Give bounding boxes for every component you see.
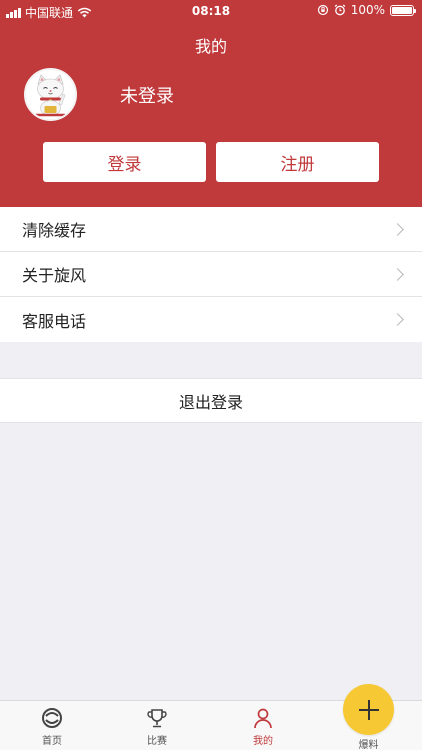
home-icon [42, 708, 62, 728]
chevron-right-icon [391, 222, 404, 236]
tab-match[interactable]: 比赛 [122, 707, 192, 747]
menu-item-label: 清除缓存 [22, 221, 87, 240]
status-right: 100% [317, 3, 416, 17]
logout-button[interactable]: 退出登录 [0, 378, 422, 423]
menu-item-about[interactable]: 关于旋风 [0, 252, 422, 297]
tab-mine-label: 我的 [253, 736, 273, 747]
report-button[interactable] [343, 684, 394, 735]
menu-item-label: 关于旋风 [22, 266, 87, 285]
chevron-right-icon [391, 267, 404, 281]
tab-home-label: 首页 [42, 736, 62, 747]
settings-menu: 清除缓存 关于旋风 客服电话 [0, 207, 422, 342]
trophy-icon [147, 709, 167, 728]
lock-rotation-icon [317, 4, 328, 16]
alarm-icon [334, 4, 346, 16]
person-icon [254, 708, 272, 729]
status-bar: 中国联通 08:18 100% [0, 0, 422, 22]
menu-item-clear-cache[interactable]: 清除缓存 [0, 207, 422, 252]
login-button[interactable]: 登录 [43, 142, 206, 182]
battery-icon [390, 4, 416, 16]
username-label: 未登录 [120, 86, 174, 107]
battery-percent: 100% [350, 3, 385, 17]
tab-match-label: 比赛 [147, 736, 167, 747]
register-button[interactable]: 注册 [216, 142, 379, 182]
avatar[interactable] [24, 68, 77, 121]
menu-item-label: 客服电话 [22, 311, 87, 331]
report-label: 爆料 [358, 740, 379, 750]
page-title: 我的 [194, 37, 227, 56]
profile-header: 中国联通 08:18 100% 我的 未登录 登录 注册 [0, 0, 422, 207]
menu-item-customer-service[interactable]: 客服电话 [0, 297, 422, 342]
chevron-right-icon [391, 313, 404, 326]
tab-mine[interactable]: 我的 [228, 707, 298, 747]
plus-icon [358, 699, 379, 720]
tab-home[interactable]: 首页 [17, 707, 87, 747]
avatar-cat-icon [26, 70, 75, 119]
